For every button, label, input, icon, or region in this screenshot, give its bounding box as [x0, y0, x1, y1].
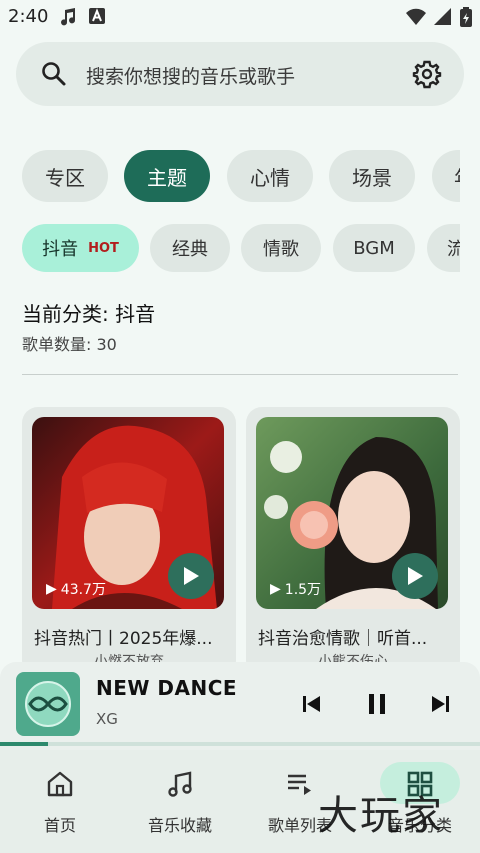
- play-small-icon: ▶: [270, 581, 281, 597]
- playlist-card[interactable]: ▶ 1.5万 抖音治愈情歌｜听首... 小熊不伤心: [246, 407, 460, 677]
- tab-mood[interactable]: 心情: [227, 150, 313, 202]
- secondary-tab-row: 抖音 HOT 经典 情歌 BGM 流: [0, 224, 460, 272]
- tab-year[interactable]: 年: [432, 150, 460, 202]
- playlist-title: 抖音治愈情歌｜听首...: [258, 629, 428, 649]
- tab-scene[interactable]: 场景: [329, 150, 415, 202]
- subtab-douyin[interactable]: 抖音 HOT: [22, 224, 139, 272]
- tab-label: 心情: [250, 165, 290, 190]
- subtab-label: 流: [447, 239, 460, 260]
- playback-progress-fill: [0, 742, 48, 746]
- hot-badge: HOT: [88, 240, 119, 256]
- nav-label: 音乐收藏: [147, 816, 212, 835]
- now-playing-bar[interactable]: NEW DANCE XG: [0, 662, 480, 750]
- music-note-icon: [58, 7, 78, 31]
- tab-label: 年: [454, 162, 460, 191]
- playback-progress[interactable]: [0, 742, 480, 746]
- subtab-pop[interactable]: 流: [427, 224, 460, 272]
- subtab-label: 抖音: [42, 239, 79, 260]
- tab-label: 专区: [45, 165, 85, 190]
- tab-theme[interactable]: 主题: [124, 150, 210, 202]
- search-bar[interactable]: 搜索你想搜的音乐或歌手: [16, 42, 464, 106]
- now-playing-artist: XG: [96, 710, 118, 728]
- subtab-label: 情歌: [263, 239, 299, 260]
- play-icon: [184, 567, 199, 585]
- playlist-title: 抖音热门丨2025年爆...: [34, 629, 213, 649]
- play-count: ▶ 43.7万: [46, 579, 106, 599]
- play-button[interactable]: [168, 553, 214, 599]
- playlist-cover-image[interactable]: ▶ 1.5万: [256, 417, 448, 609]
- playlist-icon: [284, 768, 316, 800]
- now-playing-title: NEW DANCE: [96, 676, 238, 700]
- wifi-icon: [406, 8, 426, 30]
- subtab-label: BGM: [353, 237, 395, 259]
- tab-label: 主题: [147, 165, 187, 190]
- app-notification-icon: [88, 7, 106, 31]
- search-icon[interactable]: [40, 60, 68, 88]
- subtab-classic[interactable]: 经典: [150, 224, 230, 272]
- skip-next-icon[interactable]: [428, 692, 452, 716]
- playlist-card[interactable]: ▶ 43.7万 抖音热门丨2025年爆... 小燃不放弃: [22, 407, 236, 677]
- skip-previous-icon[interactable]: [300, 692, 324, 716]
- music-note-icon: [164, 768, 196, 800]
- play-small-icon: ▶: [46, 581, 57, 597]
- watermark: 大玩家: [318, 793, 444, 839]
- play-count-value: 43.7万: [60, 582, 106, 598]
- play-count-value: 1.5万: [284, 582, 322, 598]
- album-cover[interactable]: [16, 672, 80, 736]
- subtab-label: 经典: [172, 239, 208, 260]
- home-icon: [44, 768, 76, 800]
- playlist-cover-image[interactable]: ▶ 43.7万: [32, 417, 224, 609]
- nav-home[interactable]: 首页: [0, 750, 120, 853]
- subtab-bgm[interactable]: BGM: [333, 224, 415, 272]
- nav-label: 首页: [43, 816, 76, 835]
- play-icon: [408, 567, 423, 585]
- search-input[interactable]: 搜索你想搜的音乐或歌手: [86, 62, 295, 89]
- tab-label: 场景: [352, 165, 392, 190]
- nav-music-collection[interactable]: 音乐收藏: [120, 750, 240, 853]
- category-title: 当前分类: 抖音: [22, 302, 156, 326]
- play-count: ▶ 1.5万: [270, 579, 321, 599]
- status-time: 2:40: [8, 6, 49, 27]
- battery-icon: [460, 7, 472, 31]
- primary-tab-row: 专区 主题 心情 场景 年: [0, 150, 460, 204]
- tab-zone[interactable]: 专区: [22, 150, 108, 202]
- status-bar: 2:40: [0, 0, 480, 34]
- play-button[interactable]: [392, 553, 438, 599]
- subtab-love-song[interactable]: 情歌: [241, 224, 321, 272]
- signal-icon: [434, 8, 452, 30]
- pause-icon[interactable]: [364, 690, 390, 718]
- gear-icon[interactable]: [412, 59, 442, 89]
- divider: [22, 374, 458, 375]
- playlist-count: 歌单数量: 30: [22, 335, 117, 354]
